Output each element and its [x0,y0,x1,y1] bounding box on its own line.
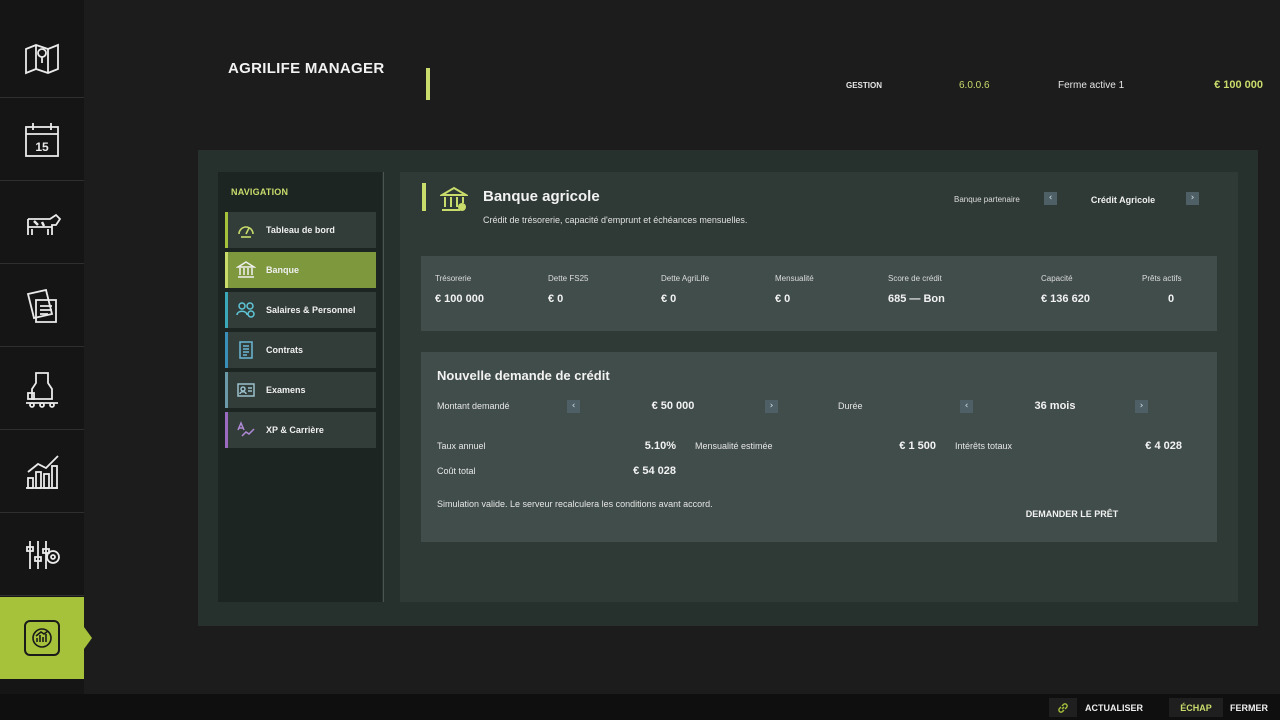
loan-monthly-label: Mensualité estimée [695,441,773,451]
loan-duration-value: 36 mois [1034,400,1076,412]
loan-amount-label: Montant demandé [437,401,510,411]
loan-amount-decrease-button[interactable]: ‹ [567,400,580,413]
loan-amount-increase-button[interactable]: › [765,400,778,413]
nav-item-contracts[interactable]: Contrats [225,332,376,368]
rail-animals[interactable] [0,182,84,264]
nav-item-label: Banque [266,265,300,275]
settings-icon [26,540,60,569]
rail-production[interactable] [0,348,84,430]
stats-card [421,256,1217,331]
app-title: AGRILIFE MANAGER [228,60,385,77]
stat-value-active-loans: 0 [1168,293,1175,305]
nav-item-dashboard[interactable]: Tableau de bord [225,212,376,248]
calendar-icon: 15 [25,122,59,157]
cow-icon [27,213,62,235]
title-accent-bar [426,68,430,100]
stat-label-credit-score: Score de crédit [888,274,942,283]
chevron-left-icon: ‹ [571,401,576,411]
header-version: 6.0.0.6 [959,80,990,91]
people-icon [236,302,255,318]
loan-total-value: € 54 028 [633,465,676,477]
nav-item-label: Examens [266,385,306,395]
nav-item-label: Salaires & Personnel [266,305,356,315]
header-money: € 100 000 [1214,79,1263,91]
refresh-key[interactable] [1049,698,1077,717]
nav-item-xp[interactable]: XP & Carrière [225,412,376,448]
rail-agrilife[interactable] [0,597,84,679]
chevron-left-icon: ‹ [964,401,969,411]
stat-value-agrilife-debt: € 0 [661,293,677,305]
loan-duration-increase-button[interactable]: › [1135,400,1148,413]
partner-prev-button[interactable]: ‹ [1044,192,1057,205]
partner-bank-value: Crédit Agricole [1090,195,1156,205]
section-subtitle: Crédit de trésorerie, capacité d'emprunt… [483,215,748,225]
svg-text:15: 15 [35,140,49,154]
loan-rate-label: Taux annuel [437,441,486,451]
loan-duration-decrease-button[interactable]: ‹ [960,400,973,413]
navigation-title: NAVIGATION [231,187,289,197]
loan-total-label: Coût total [437,466,476,476]
contract-icon [239,341,253,359]
loan-duration-label: Durée [838,401,863,411]
agrilife-button-frame [24,620,60,656]
agrilife-icon [32,628,52,648]
link-icon [1058,702,1068,713]
stat-label-agrilife-debt: Dette AgriLife [661,274,710,283]
loan-interest-label: Intérêts totaux [955,441,1013,451]
partner-bank-label: Banque partenaire [954,195,1020,204]
chevron-right-icon: › [1190,193,1195,203]
header-farm: Ferme active 1 [1058,80,1125,91]
contracts-icon [26,288,57,323]
refresh-button[interactable]: ACTUALISER [1085,703,1143,713]
nav-item-label: Contrats [266,345,304,355]
bank-icon [236,261,256,278]
loan-interest-value: € 4 028 [1145,440,1182,452]
stat-value-capacity: € 136 620 [1041,293,1090,305]
stat-label-treasury: Trésorerie [435,274,472,283]
statistics-icon [26,454,59,489]
stat-label-capacity: Capacité [1041,274,1073,283]
request-loan-button[interactable]: DEMANDER LE PRÊT [1010,506,1134,522]
loan-monthly-value: € 1 500 [899,440,936,452]
left-rail: 15 [0,0,84,694]
bank-icon [440,186,468,211]
production-icon [26,371,58,408]
loan-simulation-note: Simulation valide. Le serveur recalculer… [437,499,713,509]
loan-request-title: Nouvelle demande de crédit [437,368,610,383]
stat-value-monthly: € 0 [775,293,791,305]
rail-settings[interactable] [0,514,84,596]
rail-contracts[interactable] [0,265,84,347]
close-button[interactable]: FERMER [1230,703,1268,713]
nav-item-label: Tableau de bord [266,225,335,235]
map-icon [25,43,59,74]
rail-statistics[interactable] [0,431,84,513]
rail-calendar[interactable]: 15 [0,99,84,181]
stat-label-fs25-debt: Dette FS25 [548,274,589,283]
loan-amount-value: € 50 000 [651,400,695,412]
nav-item-bank[interactable]: Banque [225,252,376,288]
rail-map[interactable] [0,16,84,98]
partner-next-button[interactable]: › [1186,192,1199,205]
xp-icon [237,421,255,437]
navigation-divider [383,172,384,602]
loan-rate-value: 5.10% [644,440,676,452]
gauge-icon [238,226,254,238]
chevron-right-icon: › [769,401,774,411]
nav-item-salaries[interactable]: Salaires & Personnel [225,292,376,328]
stat-label-monthly: Mensualité [775,274,814,283]
chevron-right-icon: › [1139,401,1144,411]
nav-item-label: XP & Carrière [266,425,324,435]
stat-label-active-loans: Prêts actifs [1142,274,1182,283]
escape-key[interactable]: ÉCHAP [1169,698,1223,717]
stat-value-fs25-debt: € 0 [548,293,564,305]
exam-icon [237,383,255,397]
section-title: Banque agricole [483,188,600,205]
stat-value-treasury: € 100 000 [435,293,484,305]
stat-value-credit-score: 685 — Bon [888,293,945,305]
header-section: GESTION [846,81,883,90]
section-accent-bar [422,183,426,211]
chevron-left-icon: ‹ [1048,193,1053,203]
nav-item-exams[interactable]: Examens [225,372,376,408]
